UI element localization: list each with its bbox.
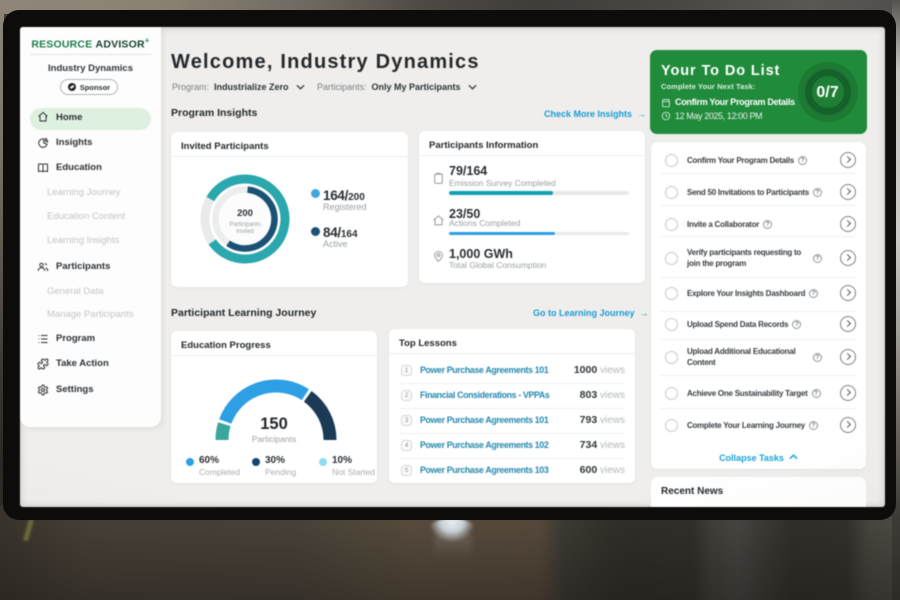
svg-text:Invited: Invited	[236, 229, 254, 235]
svg-text:Participants: Participants	[229, 222, 260, 228]
svg-text:200: 200	[237, 208, 253, 219]
